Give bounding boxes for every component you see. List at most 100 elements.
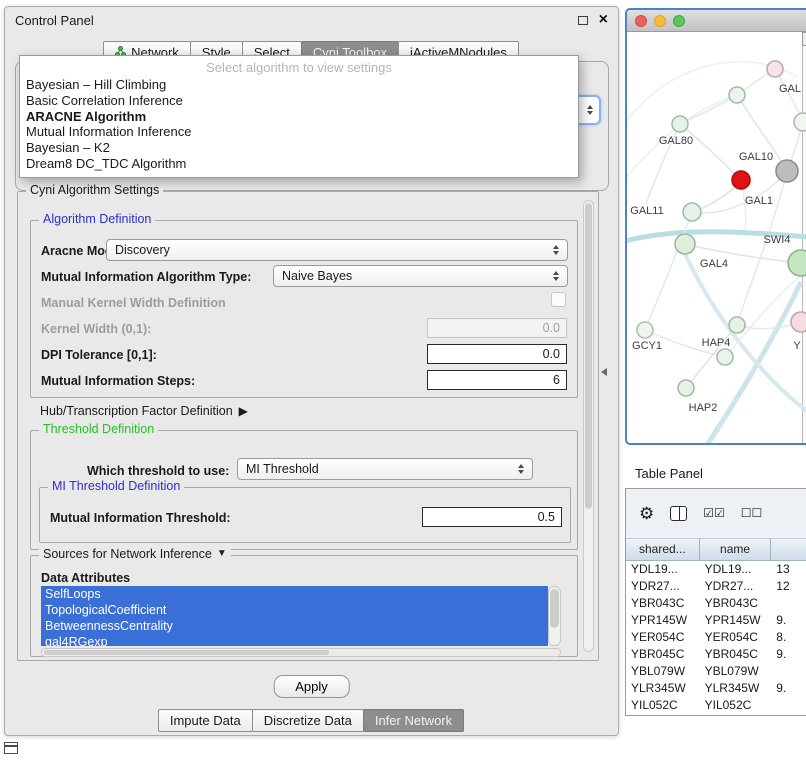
combo-arrows-icon — [553, 271, 559, 281]
settings-scrollbar[interactable] — [583, 200, 594, 652]
network-node[interactable] — [683, 203, 701, 221]
network-node[interactable] — [672, 116, 688, 132]
algorithm-option-dream8-dc-tdc-algorithm[interactable]: Dream8 DC_TDC Algorithm — [20, 156, 578, 172]
cyni-mode-tabbar: Impute Data Discretize Data Infer Network — [5, 709, 618, 732]
scrollbar-thumb[interactable] — [44, 650, 329, 655]
dropdown-placeholder[interactable]: Select algorithm to view settings — [20, 59, 578, 77]
dropdown-items: Bayesian – Hill ClimbingBasic Correlatio… — [20, 77, 578, 172]
table-row[interactable]: YLR345WYLR345W9. — [626, 680, 806, 697]
mi-steps-field[interactable]: 6 — [427, 370, 567, 390]
network-node[interactable] — [788, 250, 806, 276]
table-cell: YPR145W — [700, 612, 772, 629]
panel-collapse-handle[interactable] — [601, 368, 607, 376]
bottom-tab-infer-network[interactable]: Infer Network — [363, 709, 464, 732]
algorithm-option-bayesian-hill-climbing[interactable]: Bayesian – Hill Climbing — [20, 77, 578, 93]
mac-zoom-button[interactable] — [673, 15, 685, 27]
columns-icon[interactable] — [670, 506, 687, 521]
apply-button[interactable]: Apply — [273, 675, 350, 698]
table-row[interactable]: YIL052CYIL052C — [626, 697, 806, 714]
node-label: GCY1 — [632, 340, 662, 352]
tab-label: Impute Data — [170, 713, 241, 728]
restore-panel-icon[interactable] — [4, 742, 18, 754]
data-attributes-list[interactable]: SelfLoopsTopologicalCoefficientBetweenne… — [41, 586, 548, 646]
node-label: Y — [793, 340, 801, 352]
data-attribute-item[interactable]: TopologicalCoefficient — [41, 602, 548, 618]
table-row[interactable]: YDL19...YDL19...13 — [626, 561, 806, 578]
algorithm-option-bayesian-k2[interactable]: Bayesian – K2 — [20, 140, 578, 156]
column-header[interactable] — [771, 539, 806, 561]
column-header[interactable]: shared... — [626, 539, 700, 561]
network-node[interactable] — [767, 61, 783, 77]
window-title: Control Panel — [15, 13, 94, 28]
table-row[interactable]: YPR145WYPR145W9. — [626, 612, 806, 629]
network-edge[interactable] — [645, 212, 692, 330]
network-node[interactable] — [794, 113, 806, 131]
data-attribute-item[interactable]: SelfLoops — [41, 586, 548, 602]
algorithm-option-mutual-information-inference[interactable]: Mutual Information Inference — [20, 124, 578, 140]
network-node[interactable] — [717, 349, 733, 365]
table-cell: YBR043C — [626, 595, 700, 612]
algorithm-option-basic-correlation-inference[interactable]: Basic Correlation Inference — [20, 93, 578, 109]
mi-type-combobox[interactable]: Naive Bayes — [273, 265, 568, 287]
control-panel-titlebar[interactable]: Control Panel × — [5, 7, 618, 33]
table-cell: YLR345W — [626, 680, 700, 697]
node-label: GAL — [779, 83, 801, 95]
scrollbar-thumb[interactable] — [550, 589, 559, 628]
network-edge[interactable] — [680, 124, 741, 180]
table-row[interactable]: YBL079WYBL079W — [626, 663, 806, 680]
network-node[interactable] — [729, 317, 745, 333]
control-panel-window: Control Panel × NetworkStyleSelectCyni T… — [4, 6, 619, 736]
network-node[interactable] — [675, 234, 695, 254]
close-window-icon[interactable]: × — [599, 14, 608, 26]
table-row[interactable]: YBR045CYBR045C9. — [626, 646, 806, 663]
data-attribute-item[interactable]: gal4RGexp — [41, 634, 548, 646]
node-label: HAP2 — [689, 402, 718, 414]
dpi-tolerance-field[interactable]: 0.0 — [427, 344, 567, 364]
table-cell: 9. — [771, 612, 806, 629]
network-node[interactable] — [729, 87, 745, 103]
kernel-width-label: Kernel Width (0,1): — [41, 319, 151, 339]
gear-icon[interactable]: ⚙ — [639, 505, 654, 522]
data-attribute-item[interactable]: BetweennessCentrality — [41, 618, 548, 634]
table-cell: YBR045C — [626, 646, 700, 663]
mi-threshold-group: MI Threshold Definition Mutual Informati… — [39, 487, 571, 543]
attributes-hscrollbar[interactable] — [41, 648, 561, 657]
network-node[interactable] — [791, 312, 806, 332]
select-all-checkboxes-icon[interactable]: ☑☑ — [703, 505, 725, 522]
scrollbar-thumb[interactable] — [585, 203, 592, 509]
mac-close-button[interactable] — [635, 15, 647, 27]
tab-label: Discretize Data — [264, 713, 352, 728]
network-window-titlebar[interactable] — [627, 10, 806, 32]
column-header[interactable]: name — [700, 539, 772, 561]
deselect-all-checkboxes-icon[interactable]: ☐☐ — [741, 505, 763, 522]
table-cell: 8. — [771, 629, 806, 646]
bottom-tab-discretize-data[interactable]: Discretize Data — [252, 709, 364, 732]
network-node[interactable] — [732, 171, 750, 189]
network-edge[interactable] — [680, 95, 737, 124]
which-threshold-combobox[interactable]: MI Threshold — [237, 458, 533, 480]
manual-kernel-checkbox[interactable] — [551, 292, 566, 307]
attributes-scrollbar[interactable] — [548, 586, 561, 646]
network-node[interactable] — [776, 160, 798, 182]
mi-threshold-field[interactable]: 0.5 — [422, 507, 562, 527]
algorithm-option-aracne-algorithm[interactable]: ARACNE Algorithm — [20, 109, 578, 125]
table-row[interactable]: YBR043CYBR043C — [626, 595, 806, 612]
float-window-icon[interactable] — [578, 16, 588, 25]
hub-definition-toggle[interactable]: Hub/Transcription Factor Definition ▶ — [40, 404, 248, 418]
cyni-algorithm-settings-group: Cyni Algorithm Settings Algorithm Defini… — [17, 191, 599, 661]
kernel-width-field[interactable]: 0.0 — [427, 318, 567, 338]
table-row[interactable]: YDR27...YDR27...12 — [626, 578, 806, 595]
table-cell: YDR27... — [626, 578, 700, 595]
network-canvas[interactable]: GALGAL80GAL10GAL1GAL11SWI4GAL4GCY1HAP4YH… — [627, 32, 806, 443]
network-view-window: GALGAL80GAL10GAL1GAL11SWI4GAL4GCY1HAP4YH… — [625, 8, 806, 445]
aracne-mode-combobox[interactable]: Discovery — [106, 239, 568, 261]
which-threshold-label: Which threshold to use: — [87, 461, 229, 481]
sources-toggle[interactable]: Sources for Network Inference ▼ — [39, 547, 231, 561]
network-node[interactable] — [637, 322, 653, 338]
table-cell: YLR345W — [700, 680, 772, 697]
mac-minimize-button[interactable] — [654, 15, 666, 27]
desktop: Control Panel × NetworkStyleSelectCyni T… — [0, 0, 806, 762]
network-node[interactable] — [678, 380, 694, 396]
table-row[interactable]: YER054CYER054C8. — [626, 629, 806, 646]
bottom-tab-impute-data[interactable]: Impute Data — [158, 709, 253, 732]
